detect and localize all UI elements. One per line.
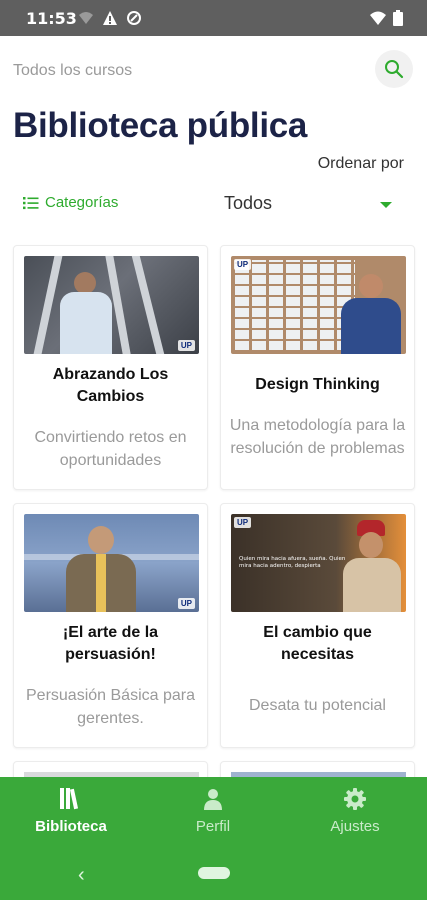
- nav-label: Perfil: [195, 818, 231, 835]
- bottom-navigation: Biblioteca Perfil Ajustes: [0, 777, 427, 855]
- status-icons-right: [369, 10, 403, 26]
- course-description: Desata tu potencial: [249, 697, 386, 714]
- categories-button[interactable]: Categorías: [23, 194, 118, 211]
- alert-icon: [103, 11, 117, 25]
- gear-icon: [344, 788, 366, 810]
- brand-logo: UP: [177, 340, 195, 351]
- course-thumbnail: UP: [24, 514, 199, 612]
- nav-label: Biblioteca: [35, 818, 107, 835]
- course-thumbnail: Quien mira hacia afuera, sueña. Quien mi…: [231, 514, 406, 612]
- back-icon[interactable]: ‹: [78, 864, 85, 887]
- home-pill-icon[interactable]: [198, 867, 230, 879]
- battery-icon: [393, 10, 403, 26]
- status-time: 11:53: [26, 9, 77, 28]
- course-title: ¡El arte de la persuasión!: [62, 624, 159, 663]
- course-card[interactable]: UP ¡El arte de la persuasión! Persuasión…: [13, 503, 208, 748]
- breadcrumb[interactable]: Todos los cursos: [13, 62, 132, 80]
- course-title: Abrazando Los Cambios: [52, 366, 169, 405]
- nav-label: Ajustes: [330, 818, 380, 835]
- course-thumbnail: UP: [231, 256, 406, 354]
- sort-label[interactable]: Ordenar por: [318, 155, 404, 173]
- status-icons-left: [78, 10, 142, 26]
- list-icon: [23, 196, 39, 209]
- course-description: Persuasión Básica para gerentes.: [26, 687, 195, 727]
- search-icon: [385, 60, 404, 79]
- system-navigation: ‹: [0, 855, 427, 900]
- status-bar: 11:53: [0, 0, 427, 36]
- dropdown-value: Todos: [224, 193, 273, 213]
- data-saver-icon: [127, 11, 141, 25]
- course-card[interactable]: UP Design Thinking Una metodología para …: [220, 245, 415, 490]
- course-title: Design Thinking: [255, 376, 380, 393]
- search-button[interactable]: [375, 50, 413, 88]
- nav-item-ajustes[interactable]: Ajustes: [305, 787, 405, 835]
- course-card[interactable]: UP Abrazando Los Cambios Convirtiendo re…: [13, 245, 208, 490]
- brand-logo: UP: [234, 259, 252, 270]
- wifi-icon: [370, 11, 386, 25]
- thumbnail-quote: Quien mira hacia afuera, sueña. Quien mi…: [239, 556, 346, 569]
- dropdown-caret-icon: [380, 202, 392, 208]
- person-icon: [204, 789, 222, 810]
- course-card[interactable]: Quien mira hacia afuera, sueña. Quien mi…: [220, 503, 415, 748]
- nav-item-perfil[interactable]: Perfil: [163, 787, 263, 835]
- wifi-off-icon: [79, 12, 93, 24]
- brand-logo: UP: [177, 598, 195, 609]
- course-title: El cambio que necesitas: [263, 624, 372, 663]
- course-description: Una metodología para la resolución de pr…: [229, 417, 406, 457]
- page-title: Biblioteca pública: [13, 106, 308, 145]
- nav-item-biblioteca[interactable]: Biblioteca: [21, 787, 121, 835]
- course-description: Convirtiendo retos en oportunidades: [34, 429, 187, 469]
- course-thumbnail: UP: [24, 256, 199, 354]
- categories-label: Categorías: [45, 194, 119, 211]
- brand-logo: UP: [234, 517, 252, 528]
- category-dropdown[interactable]: Todos: [224, 193, 396, 217]
- books-icon: [60, 788, 79, 810]
